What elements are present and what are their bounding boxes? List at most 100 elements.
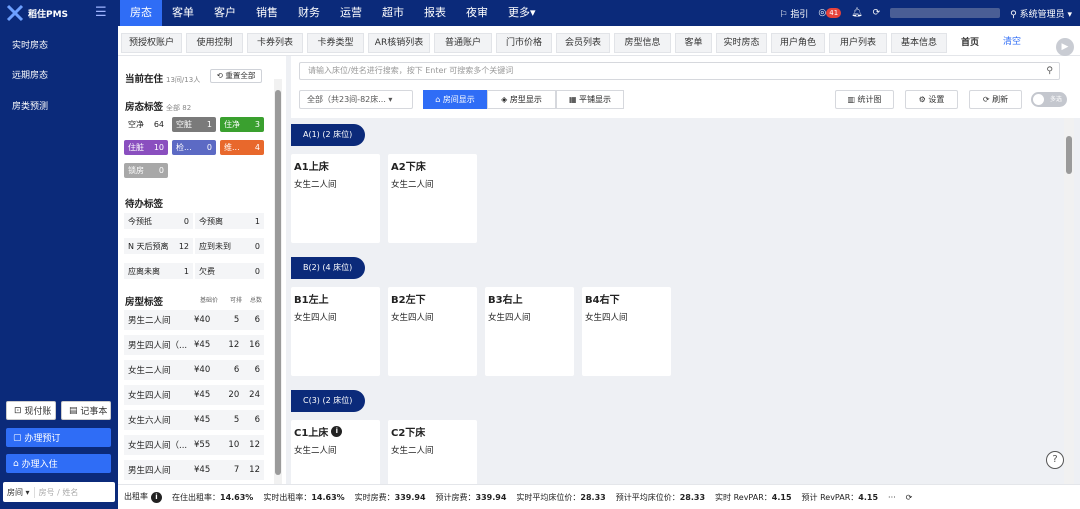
nav-item-night-audit[interactable]: 夜审 — [456, 0, 498, 26]
left-scroll-thumb[interactable] — [275, 90, 281, 475]
bed-card[interactable]: B3右上 女生四人间 — [485, 287, 574, 376]
chart-button[interactable]: ▥ 统计图 — [835, 90, 894, 109]
nav-item-reports[interactable]: 报表 — [414, 0, 456, 26]
clear-tabs-button[interactable]: 清空 — [993, 33, 1031, 53]
main-scroll-thumb[interactable] — [1066, 136, 1072, 174]
status-tag[interactable]: 锁房 0 — [124, 163, 168, 178]
view-room-button[interactable]: ⌂ 房间显示 — [423, 90, 487, 109]
room-type-row[interactable]: 男生四人间（... ¥45 12 16 — [124, 335, 264, 355]
bed-card[interactable]: B1左上 女生四人间 — [291, 287, 380, 376]
sidebar-item-realtime[interactable]: 实时房态 — [12, 38, 48, 51]
bed-card[interactable]: B2左下 女生四人间 — [388, 287, 477, 376]
nav-item-operations[interactable]: 运营 — [330, 0, 372, 26]
room-type-row[interactable]: 男生四人间 ¥45 7 12 — [124, 460, 264, 480]
status-tag[interactable]: 检... 0 — [172, 140, 216, 155]
bed-card[interactable]: C2下床 女生二人间 — [388, 420, 477, 484]
status-tag[interactable]: 空脏 1 — [172, 117, 216, 132]
tab-item[interactable]: 房型信息 — [614, 33, 671, 53]
left-scrollbar[interactable] — [274, 79, 282, 484]
main-scrollbar[interactable] — [1064, 118, 1074, 484]
booking-label: 办理预订 — [24, 434, 61, 444]
tab-item[interactable]: 使用控制 — [186, 33, 243, 53]
status-tag[interactable]: 空净 64 — [124, 117, 168, 132]
status-tag[interactable]: 维... 4 — [220, 140, 264, 155]
status-tag[interactable]: 住脏 10 — [124, 140, 168, 155]
menu-toggle-icon[interactable]: ☰ — [95, 5, 107, 20]
user-menu[interactable]: ⚲ 系统管理员 ▾ — [1010, 7, 1072, 20]
room-type-row[interactable]: 女生二人间 ¥40 6 6 — [124, 360, 264, 380]
more-icon[interactable]: ··· — [888, 493, 896, 502]
bed-card[interactable]: A1上床 女生二人间 — [291, 154, 380, 243]
nav-item-customers[interactable]: 客户 — [204, 0, 246, 26]
room-filter-select[interactable]: 全部（共23间-82床... ▾ — [299, 90, 413, 109]
main-nav: 房态 客单 客户 销售 财务 运营 超市 报表 夜审 更多▾ — [120, 0, 546, 26]
tab-item[interactable]: 客单 — [675, 33, 712, 53]
help-icon[interactable]: ? — [1046, 451, 1064, 469]
search-type-select[interactable]: 房间 ▾ — [3, 486, 35, 498]
room-type-row[interactable]: 女生六人间 ¥45 5 6 — [124, 410, 264, 430]
refresh-button[interactable]: ⟳ 刷新 — [969, 90, 1022, 109]
room-search-input[interactable]: 房号 / 姓名 — [35, 487, 79, 498]
bed-card[interactable]: B4右下 女生四人间 — [582, 287, 671, 376]
tab-item[interactable]: 首页 — [951, 33, 989, 53]
room-type-row[interactable]: 男生二人间 ¥40 5 6 — [124, 310, 264, 330]
nav-item-sales[interactable]: 销售 — [246, 0, 288, 26]
home-icon: ⌂ — [13, 458, 22, 469]
nav-item-finance[interactable]: 财务 — [288, 0, 330, 26]
room-type-total: 16 — [249, 340, 260, 350]
notebook-button[interactable]: ▤ 记事本 — [61, 401, 111, 420]
tab-item[interactable]: 用户角色 — [771, 33, 825, 53]
room-type-row[interactable]: 女生四人间（... ¥55 10 12 — [124, 435, 264, 455]
bed-name-row: C2下床 — [391, 424, 474, 439]
nav-item-room-status[interactable]: 房态 — [120, 0, 162, 26]
tab-item[interactable]: 卡券类型 — [307, 33, 364, 53]
booking-button[interactable]: ▢ 办理预订 — [6, 428, 111, 447]
info-icon[interactable]: i — [331, 426, 343, 437]
cash-button[interactable]: ⊡ 现付账 — [6, 401, 56, 420]
guide-link[interactable]: ⚐ 指引 — [779, 7, 808, 20]
search-icon[interactable]: ⚲ — [1046, 63, 1053, 79]
bed-search-input[interactable]: 请输入床位/姓名进行搜索，按下 Enter 可搜索多个关键词 ⚲ — [299, 62, 1060, 80]
stats-refresh-icon[interactable]: ⟳ — [906, 493, 913, 502]
todo-tag[interactable]: 应到未到 0 — [195, 238, 264, 254]
multi-select-toggle[interactable]: 多选 — [1031, 92, 1067, 107]
sidebar-item-forecast[interactable]: 房类预测 — [12, 99, 48, 112]
reset-all-button[interactable]: ⟲ 重置全部 — [210, 69, 262, 83]
notification-button[interactable]: ◎ 41 — [818, 8, 842, 18]
room-type-price: ¥45 — [194, 340, 211, 350]
reset-all-label: 重置全部 — [225, 71, 256, 80]
view-roomtype-button[interactable]: ◈ 房型显示 — [487, 90, 556, 109]
room-type-name: 女生四人间 — [128, 391, 171, 401]
refresh-icon[interactable]: ⟳ — [873, 8, 881, 18]
tab-item[interactable]: 实时房态 — [716, 33, 767, 53]
tab-item[interactable]: 普通账户 — [434, 33, 492, 53]
occupancy-info-icon[interactable]: i — [151, 492, 162, 503]
settings-button[interactable]: ⚙ 设置 — [905, 90, 958, 109]
tab-item[interactable]: 基本信息 — [891, 33, 947, 53]
tab-item[interactable]: 会员列表 — [556, 33, 610, 53]
tab-item[interactable]: 预授权账户 — [121, 33, 182, 53]
tab-scroll-right-icon[interactable]: ▶ — [1056, 38, 1074, 56]
nav-item-market[interactable]: 超市 — [372, 0, 414, 26]
view-tile-button[interactable]: ▦ 平铺显示 — [556, 90, 624, 109]
sidebar-item-future[interactable]: 远期房态 — [12, 68, 48, 81]
bed-search-placeholder: 请输入床位/姓名进行搜索，按下 Enter 可搜索多个关键词 — [308, 66, 514, 75]
bed-card[interactable]: A2下床 女生二人间 — [388, 154, 477, 243]
tab-item[interactable]: 卡券列表 — [247, 33, 303, 53]
bed-card[interactable]: C1上床 i 女生二人间 — [291, 420, 380, 484]
todo-tag[interactable]: 欠费 0 — [195, 263, 264, 279]
nav-item-more[interactable]: 更多▾ — [498, 0, 546, 26]
nav-item-orders[interactable]: 客单 — [162, 0, 204, 26]
todo-tag[interactable]: 应离未离 1 — [124, 263, 193, 279]
checkin-button[interactable]: ⌂ 办理入住 — [6, 454, 111, 473]
todo-tag[interactable]: 今预抵 0 — [124, 213, 193, 229]
todo-tag[interactable]: 今预离 1 — [195, 213, 264, 229]
bell-icon[interactable]: 🔔︎ — [851, 8, 862, 18]
cash-label: 现付账 — [24, 407, 52, 417]
tab-item[interactable]: AR核销列表 — [368, 33, 430, 53]
tab-item[interactable]: 门市价格 — [496, 33, 552, 53]
tab-item[interactable]: 用户列表 — [829, 33, 887, 53]
room-type-row[interactable]: 女生四人间 ¥45 20 24 — [124, 385, 264, 405]
todo-tag[interactable]: N 天后预离 12 — [124, 238, 193, 254]
status-tag[interactable]: 住净 3 — [220, 117, 264, 132]
